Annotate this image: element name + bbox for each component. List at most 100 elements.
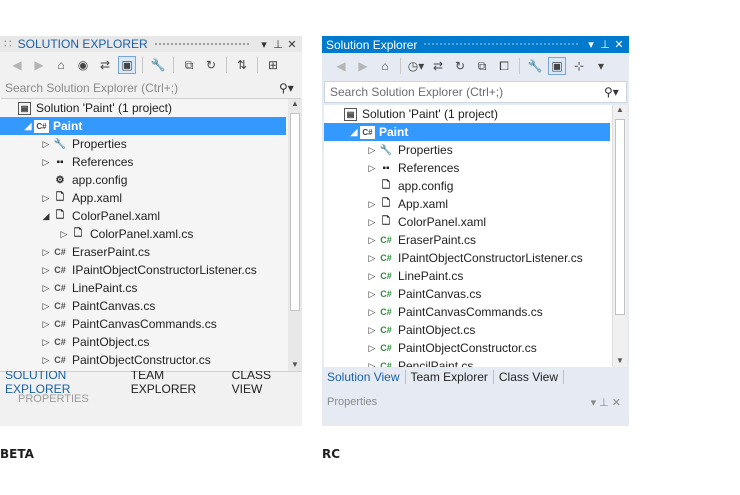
beta-sync-icon[interactable]: ⇄ (96, 56, 114, 74)
expander-icon[interactable]: ▷ (366, 253, 378, 264)
beta-search-icon[interactable]: ⚲▾ (279, 81, 301, 95)
tree-item[interactable]: ▷C#PencilPaint.cs (0, 369, 302, 371)
beta-refresh-icon[interactable]: ↻ (202, 56, 220, 74)
tree-item[interactable]: ▷ C# PaintCanvas.cs (0, 297, 302, 315)
expander-icon[interactable]: ▷ (366, 235, 378, 246)
tree-item[interactable]: ◢ 🗋 ColorPanel.xaml (0, 207, 302, 225)
expander-icon[interactable]: ▷ (40, 337, 52, 348)
tab-team-explorer[interactable]: TEAM EXPLORER (126, 368, 227, 396)
tree-item[interactable]: ▷ 🗋 ColorPanel.xaml.cs (0, 225, 302, 243)
tree-item[interactable]: 🗋 app.config (324, 177, 627, 195)
tab-team-explorer[interactable]: Team Explorer (406, 370, 494, 384)
tree-item[interactable]: ▤ Solution 'Paint' (1 project) (0, 99, 302, 117)
beta-close-icon[interactable]: ✕ (285, 38, 299, 51)
beta-drag-grip[interactable] (153, 41, 251, 47)
expander-icon[interactable]: ▷ (366, 217, 378, 228)
tree-item[interactable]: ▷ C# PaintCanvasCommands.cs (0, 315, 302, 333)
expander-icon[interactable]: ▷ (40, 193, 52, 204)
rc-refresh-icon[interactable]: ↻ (451, 57, 469, 75)
rc-class-diagram-icon[interactable]: ⊹ (570, 57, 588, 75)
tree-item[interactable]: ◢ C# Paint (0, 117, 286, 135)
rc-title-bar[interactable]: Solution Explorer ▾ ⊥ ✕ (322, 36, 629, 53)
rc-close-icon[interactable]: ✕ (612, 38, 626, 51)
beta-vertical-scrollbar[interactable]: ▲ ▼ (288, 99, 302, 371)
beta-filter-icon[interactable]: ⇅ (233, 56, 251, 74)
tree-item[interactable]: ▷ C# LinePaint.cs (0, 279, 302, 297)
expander-icon[interactable]: ◢ (348, 127, 360, 138)
expander-icon[interactable]: ▷ (40, 355, 52, 366)
expander-icon[interactable]: ▷ (40, 139, 52, 150)
expander-icon[interactable]: ◢ (40, 211, 52, 222)
expander-icon[interactable]: ▷ (366, 163, 378, 174)
tree-item[interactable]: ⚙ app.config (0, 171, 302, 189)
beta-scroll-down-icon[interactable]: ▼ (288, 360, 302, 369)
tree-item[interactable]: ▷ 🔧 Properties (324, 141, 627, 159)
expander-icon[interactable]: ▷ (40, 301, 52, 312)
expander-icon[interactable]: ▷ (366, 271, 378, 282)
tree-item[interactable]: ▷ C# EraserPaint.cs (0, 243, 302, 261)
tree-item[interactable]: ▷ ▪▪ References (324, 159, 627, 177)
rc-toolbar-overflow-icon[interactable]: ▾ (592, 57, 610, 75)
tree-item[interactable]: ◢ C# Paint (324, 123, 610, 141)
rc-forward-icon[interactable]: ▶ (354, 57, 372, 75)
expander-icon[interactable]: ▷ (366, 361, 378, 368)
tree-item[interactable]: ▷ C# PaintCanvas.cs (324, 285, 627, 303)
beta-pending-changes-icon[interactable]: ◉ (74, 56, 92, 74)
tree-item[interactable]: ▷ 🔧 Properties (0, 135, 302, 153)
tree-item[interactable]: ▷ C# PaintObject.cs (0, 333, 302, 351)
beta-dropdown-icon[interactable]: ▾ (257, 38, 271, 51)
tab-class-view[interactable]: Class View (494, 370, 565, 384)
tree-item[interactable]: ▷ C# IPaintObjectConstructorListener.cs (0, 261, 302, 279)
rc-home-icon[interactable]: ⌂ (376, 57, 394, 75)
tree-item[interactable]: ▷C#PencilPaint.cs (324, 357, 627, 367)
beta-view-code-icon[interactable]: ⊞ (264, 56, 282, 74)
tree-item[interactable]: ▷ 🗋 ColorPanel.xaml (324, 213, 627, 231)
rc-sync-icon[interactable]: ⇄ (429, 57, 447, 75)
rc-search-box[interactable]: Search Solution Explorer (Ctrl+;) ⚲▾ (324, 81, 627, 103)
tree-item[interactable]: ▷ C# PaintObjectConstructor.cs (0, 351, 302, 369)
expander-icon[interactable]: ▷ (366, 325, 378, 336)
rc-properties-controls-icon[interactable]: ▾ ⊥ ✕ (591, 396, 621, 409)
beta-search-box[interactable]: Search Solution Explorer (Ctrl+;) ⚲▾ (1, 78, 301, 99)
tree-item[interactable]: ▷ ▪▪ References (0, 153, 302, 171)
tree-item[interactable]: ▷ 🗋 App.xaml (324, 195, 627, 213)
beta-title-bar[interactable]: ∷ SOLUTION EXPLORER ▾ ⊥ ✕ (0, 36, 302, 52)
expander-icon[interactable]: ▷ (366, 289, 378, 300)
beta-properties-icon[interactable]: 🔧 (149, 56, 167, 74)
expander-icon[interactable]: ▷ (366, 199, 378, 210)
beta-scroll-thumb[interactable] (290, 113, 300, 311)
tree-item[interactable]: ▷ 🗋 App.xaml (0, 189, 302, 207)
beta-forward-icon[interactable]: ▶ (30, 56, 48, 74)
expander-icon[interactable]: ▷ (366, 307, 378, 318)
beta-home-icon[interactable]: ⌂ (52, 56, 70, 74)
tree-item[interactable]: ▷ C# EraserPaint.cs (324, 231, 627, 249)
tab-solution-view[interactable]: Solution View (322, 370, 406, 384)
tree-item[interactable]: ▷ C# LinePaint.cs (324, 267, 627, 285)
rc-scroll-down-icon[interactable]: ▼ (613, 356, 627, 365)
rc-show-all-files-icon[interactable]: ⧠ (495, 57, 513, 75)
expander-icon[interactable]: ▷ (366, 343, 378, 354)
tree-item[interactable]: ▷ C# PaintObject.cs (324, 321, 627, 339)
beta-back-icon[interactable]: ◀ (8, 56, 26, 74)
tab-solution-explorer[interactable]: SOLUTION EXPLORER (0, 368, 126, 396)
beta-pin-icon[interactable]: ⊥ (271, 38, 285, 51)
tree-item[interactable]: ▷ C# IPaintObjectConstructorListener.cs (324, 249, 627, 267)
rc-properties-icon[interactable]: 🔧 (526, 57, 544, 75)
rc-vertical-scrollbar[interactable]: ▲ ▼ (612, 105, 627, 367)
rc-drag-grip[interactable] (423, 42, 578, 47)
rc-dropdown-icon[interactable]: ▾ (584, 38, 598, 51)
rc-pin-icon[interactable]: ⊥ (598, 38, 612, 51)
expander-icon[interactable]: ▷ (40, 157, 52, 168)
rc-back-icon[interactable]: ◀ (332, 57, 350, 75)
expander-icon[interactable]: ◢ (22, 121, 34, 132)
expander-icon[interactable]: ▷ (40, 265, 52, 276)
expander-icon[interactable]: ▷ (40, 283, 52, 294)
tree-item[interactable]: ▤ Solution 'Paint' (1 project) (324, 105, 627, 123)
beta-collapse-all-icon[interactable]: ⧉ (180, 56, 198, 74)
beta-preview-icon[interactable]: ▣ (118, 56, 136, 74)
expander-icon[interactable]: ▷ (58, 229, 70, 240)
rc-properties-panel-header[interactable]: Properties ▾ ⊥ ✕ (322, 393, 629, 411)
beta-scroll-up-icon[interactable]: ▲ (288, 99, 302, 108)
expander-icon[interactable]: ▷ (40, 319, 52, 330)
tree-item[interactable]: ▷ C# PaintCanvasCommands.cs (324, 303, 627, 321)
